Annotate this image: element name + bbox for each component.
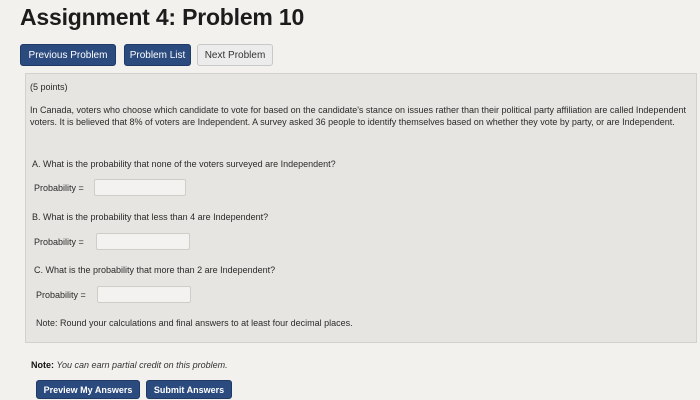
answer-a-input[interactable] xyxy=(94,179,186,196)
question-a: A. What is the probability that none of … xyxy=(32,159,336,169)
problem-intro: In Canada, voters who choose which candi… xyxy=(30,105,686,127)
previous-problem-button[interactable]: Previous Problem xyxy=(20,44,116,66)
answer-b-input[interactable] xyxy=(96,233,190,250)
next-problem-button[interactable]: Next Problem xyxy=(197,44,273,66)
answer-c-input[interactable] xyxy=(97,286,191,303)
question-c: C. What is the probability that more tha… xyxy=(34,265,276,275)
problem-panel: (5 points) In Canada, voters who choose … xyxy=(25,73,697,343)
note-label: Note: xyxy=(31,360,54,370)
points-label: (5 points) xyxy=(30,82,68,92)
answer-a-label: Probability = xyxy=(34,183,84,193)
problem-list-button[interactable]: Problem List xyxy=(124,44,191,66)
rounding-note: Note: Round your calculations and final … xyxy=(36,318,353,328)
page-title: Assignment 4: Problem 10 xyxy=(20,4,305,30)
preview-answers-button[interactable]: Preview My Answers xyxy=(36,380,140,399)
partial-credit-note: Note: You can earn partial credit on thi… xyxy=(31,360,228,370)
note-text: You can earn partial credit on this prob… xyxy=(56,360,228,370)
question-b: B. What is the probability that less tha… xyxy=(32,212,269,222)
answer-b-label: Probability = xyxy=(34,237,84,247)
submit-answers-button[interactable]: Submit Answers xyxy=(146,380,232,399)
answer-c-label: Probability = xyxy=(36,290,86,300)
